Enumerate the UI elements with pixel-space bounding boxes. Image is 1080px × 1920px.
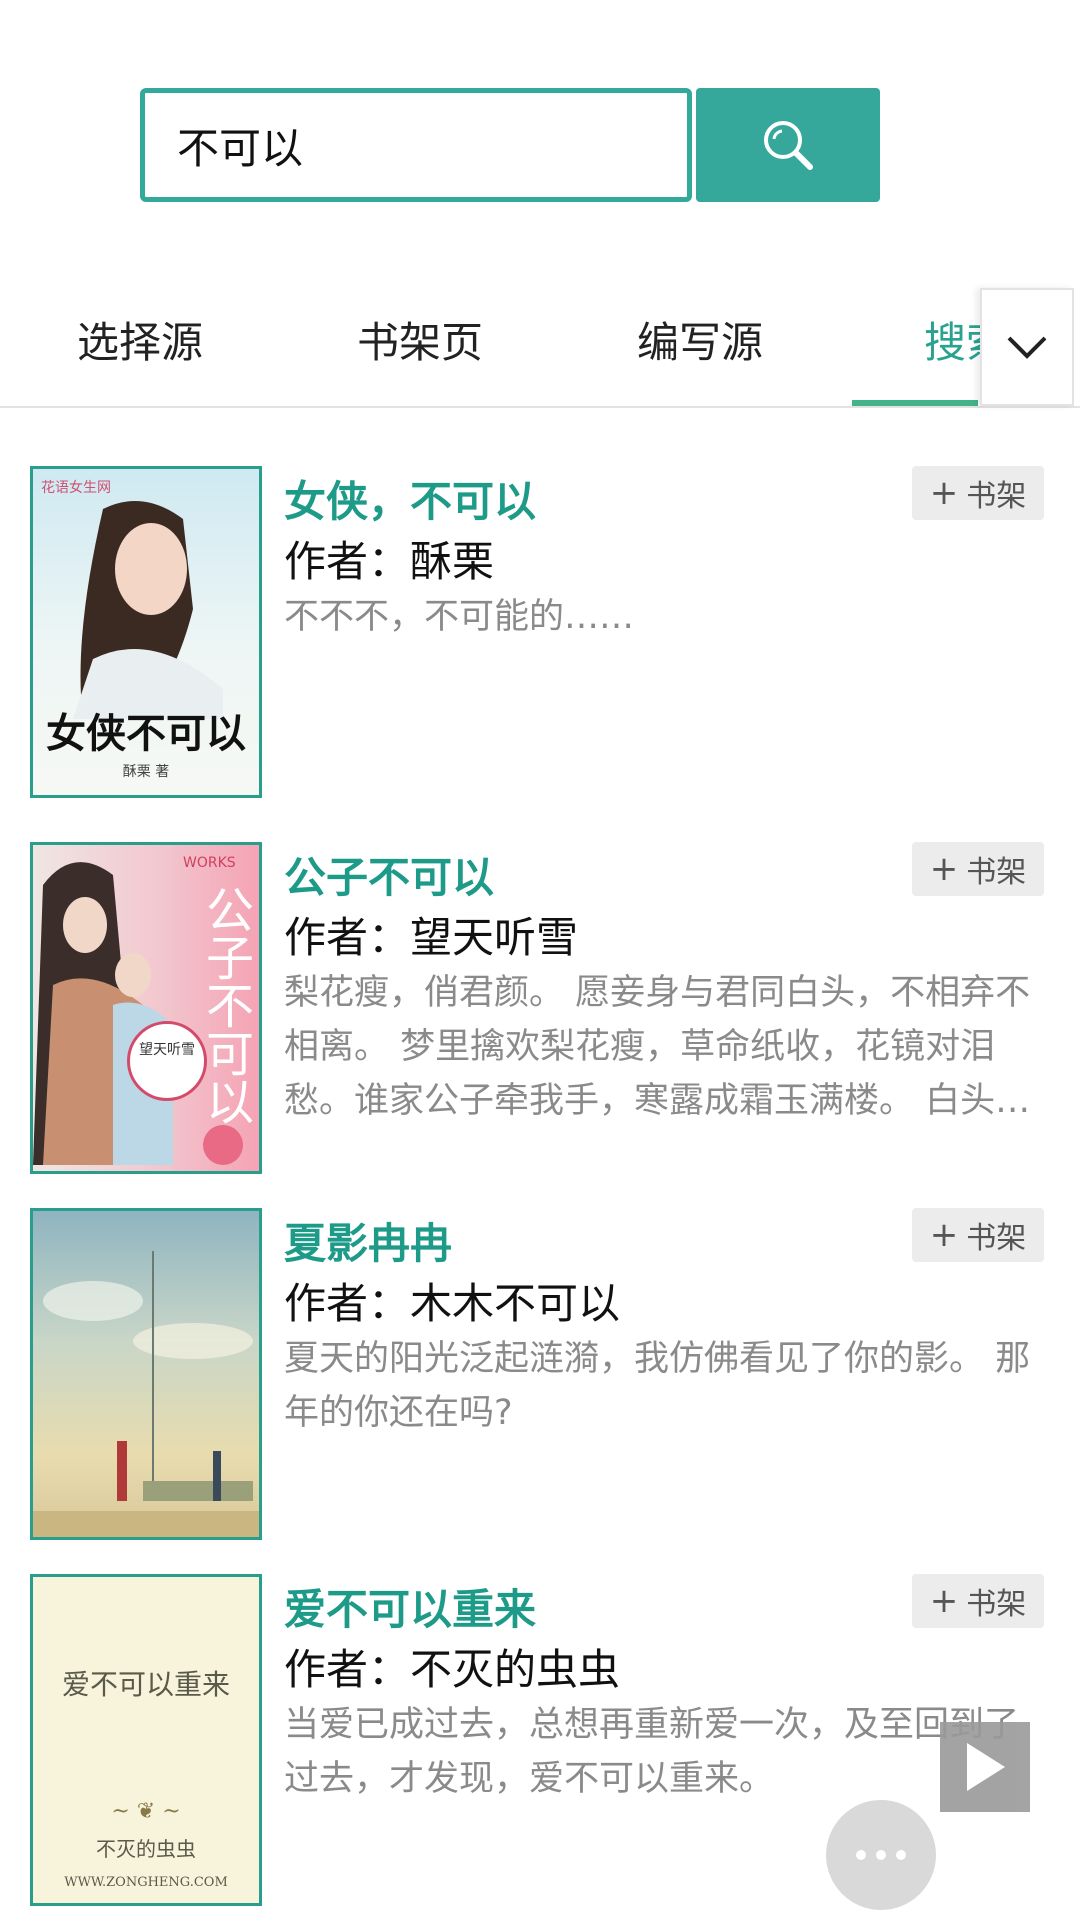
book-title[interactable]: 爱不可以重来: [284, 1576, 536, 1637]
cover-brand: WORKS: [183, 855, 236, 871]
book-author: 作者：木木不可以: [284, 1279, 621, 1328]
search-button[interactable]: [696, 88, 880, 202]
book-description: 当爱已成过去，总想再重新爱一次，及至回到了过去，才发现，爱不可以重来。: [284, 1705, 1020, 1799]
tab-write-source[interactable]: 编写源: [600, 286, 800, 406]
book-cover[interactable]: 爱不可以重来 ~ ❦ ~ 不灭的虫虫 WWW.ZONGHENG.COM: [30, 1574, 262, 1906]
shelf-label: 书架: [966, 1587, 1027, 1622]
book-description: 不不不，不可能的……: [284, 597, 635, 637]
shelf-label: 书架: [966, 479, 1027, 514]
list-item[interactable]: WORKS 公子不可以 望天听雪 公子不可以 作者：望天听雪 梨花瘦，俏君颜。 …: [0, 842, 1080, 1182]
dot-icon: [896, 1850, 906, 1860]
list-item[interactable]: 夏影冉冉 作者：木木不可以 夏天的阳光泛起涟漪，我仿佛看见了你的影。 那年的你还…: [0, 1208, 1080, 1548]
book-title[interactable]: 女侠，不可以: [284, 468, 536, 529]
book-cover[interactable]: [30, 1208, 262, 1540]
chevron-down-icon: [1007, 336, 1047, 359]
cover-title: 女侠不可以: [46, 710, 246, 757]
cover-illustration: [33, 1251, 259, 1537]
book-author: 作者：酥栗: [284, 537, 495, 586]
play-icon: [967, 1743, 1005, 1791]
tab-select-source[interactable]: 选择源: [40, 286, 240, 406]
divider-ornament: ~ ❦ ~: [111, 1799, 181, 1824]
add-to-shelf-button[interactable]: + 书架: [912, 842, 1044, 896]
list-item[interactable]: 花语女生网 女侠不可以 酥栗 著 女侠，不可以 作者：酥栗 不不不，不可能的………: [0, 466, 1080, 806]
plus-icon: +: [929, 1215, 959, 1255]
cover-illustration: [73, 501, 223, 719]
search-bar: [140, 88, 880, 202]
add-to-shelf-button[interactable]: + 书架: [912, 1208, 1044, 1262]
book-author: 作者：望天听雪: [284, 913, 579, 962]
cover-author: 不灭的虫虫: [96, 1837, 196, 1861]
book-description: 梨花瘦，俏君颜。 愿妾身与君同白头，不相弃不相离。 梦里擒欢梨花瘦，草命纸收，花…: [284, 973, 1031, 1121]
search-input[interactable]: [140, 88, 692, 202]
book-cover[interactable]: 花语女生网 女侠不可以 酥栗 著: [30, 466, 262, 798]
active-tab-indicator: [852, 400, 978, 406]
plus-icon: +: [929, 473, 959, 513]
plus-icon: +: [929, 1581, 959, 1621]
dot-icon: [876, 1850, 886, 1860]
source-tabs: 选择源 书架页 编写源 搜索: [0, 286, 1080, 408]
shelf-label: 书架: [966, 855, 1027, 890]
cover-title: 爱不可以重来: [61, 1668, 230, 1701]
book-author: 作者：不灭的虫虫: [284, 1645, 621, 1694]
book-description: 夏天的阳光泛起涟漪，我仿佛看见了你的影。 那年的你还在吗?: [284, 1339, 1031, 1433]
add-to-shelf-button[interactable]: + 书架: [912, 1574, 1044, 1628]
book-cover[interactable]: WORKS 公子不可以 望天听雪: [30, 842, 262, 1174]
cover-author: 望天听雪: [127, 1021, 207, 1101]
book-title[interactable]: 夏影冉冉: [284, 1210, 452, 1271]
cover-brand: WWW.ZONGHENG.COM: [64, 1875, 228, 1890]
cover-author: 酥栗 著: [122, 764, 170, 780]
plus-icon: +: [929, 849, 959, 889]
book-title[interactable]: 公子不可以: [284, 844, 494, 905]
shelf-label: 书架: [966, 1221, 1027, 1256]
play-button[interactable]: [940, 1722, 1030, 1812]
search-icon: [764, 121, 813, 170]
dot-icon: [856, 1850, 866, 1860]
more-options-button[interactable]: [826, 1800, 936, 1910]
tabs-expand-button[interactable]: [980, 288, 1074, 406]
add-to-shelf-button[interactable]: + 书架: [912, 466, 1044, 520]
tab-bookshelf-page[interactable]: 书架页: [320, 286, 520, 406]
